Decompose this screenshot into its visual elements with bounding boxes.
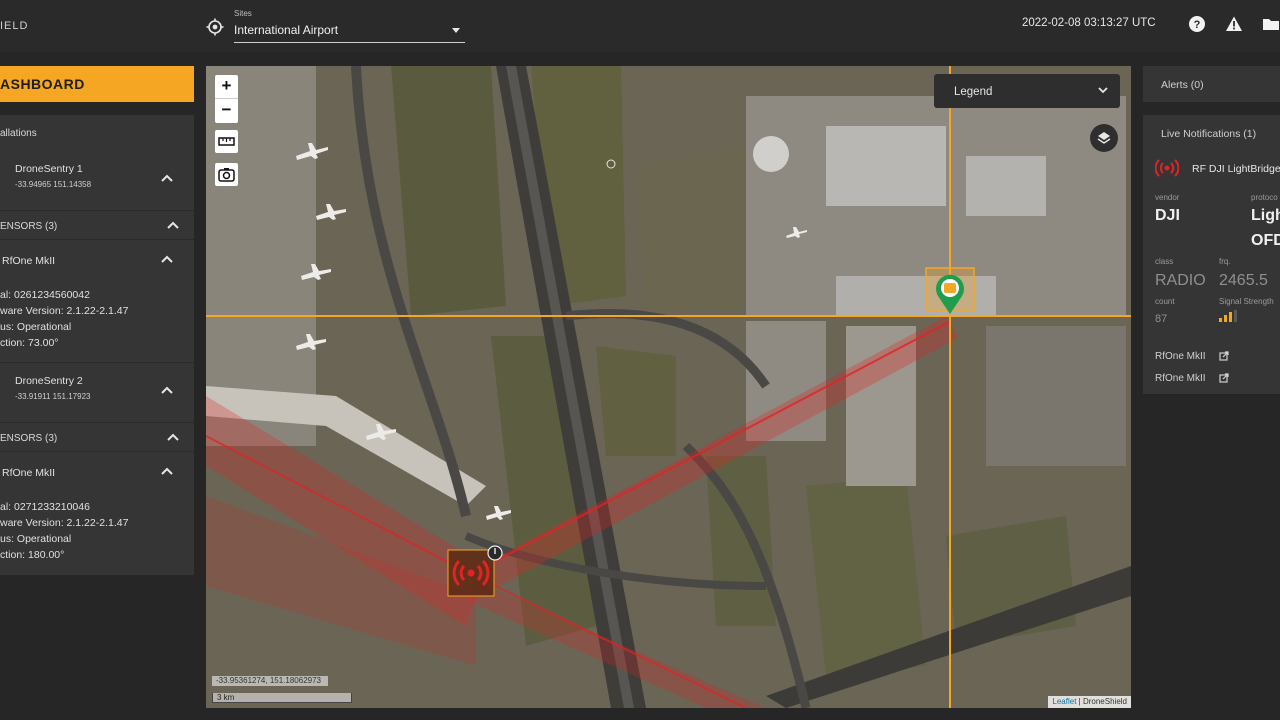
rf-signal-icon: [1155, 159, 1179, 177]
divider: [0, 362, 194, 363]
crosshair-icon[interactable]: [206, 18, 224, 36]
warning-icon[interactable]: [1225, 15, 1243, 33]
zoom-control: + −: [215, 75, 238, 123]
installation-coords: -33.94965 151.14358: [15, 180, 92, 189]
installations-header: allations: [0, 128, 37, 139]
sensor-status: us: Operational: [0, 321, 72, 333]
measure-button[interactable]: [215, 130, 238, 153]
dashboard-button[interactable]: ASHBOARD: [0, 66, 194, 102]
sensor-direction: ction: 73.00°: [0, 337, 59, 349]
chevron-up-icon[interactable]: [161, 467, 173, 475]
divider: [0, 210, 194, 211]
sensor-status: us: Operational: [0, 533, 72, 545]
count-value: 87: [1155, 313, 1168, 325]
leaflet-link[interactable]: Leaflet: [1052, 697, 1076, 706]
top-bar: IELD Sites International Airport 2022-02…: [0, 0, 1280, 52]
dropdown-caret-icon: [452, 28, 460, 33]
legend-label: Legend: [954, 86, 993, 98]
brand-logo-text: IELD: [0, 20, 29, 32]
sensor-heading-icon: [487, 545, 503, 561]
attribution-text: | DroneShield: [1076, 697, 1127, 706]
alerts-label: Alerts (0): [1161, 79, 1204, 91]
satellite-map-imagery: [206, 66, 1131, 708]
layers-button[interactable]: [1090, 124, 1118, 152]
screenshot-button[interactable]: [215, 163, 238, 186]
sensor-name[interactable]: RfOne MkII: [2, 467, 55, 479]
divider: [0, 451, 194, 452]
vendor-label: vendor: [1155, 193, 1180, 202]
external-link-icon: [1219, 373, 1229, 383]
protocol-value-line-2: OFD: [1251, 232, 1280, 249]
protocol-label: protoco: [1251, 193, 1278, 202]
sensor-firmware: ware Version: 2.1.22-2.1.47: [0, 517, 129, 529]
legend-dropdown[interactable]: Legend: [934, 74, 1120, 108]
sensor-firmware: ware Version: 2.1.22-2.1.47: [0, 305, 129, 317]
divider: [0, 422, 194, 423]
external-link-icon: [1219, 351, 1229, 361]
frequency-value: 2465.5: [1219, 272, 1268, 289]
installation-name: DroneSentry 2: [15, 375, 83, 387]
frequency-label: frq.: [1219, 257, 1231, 266]
chevron-up-icon[interactable]: [161, 255, 173, 263]
alerts-panel[interactable]: Alerts (0): [1143, 66, 1280, 102]
chevron-up-icon[interactable]: [161, 174, 173, 182]
installation-coords: -33.91911 151.17923: [15, 392, 91, 401]
notifications-title: Live Notifications (1): [1161, 128, 1257, 140]
cursor-coordinates: -33.95361274, 151.18062973: [212, 676, 328, 686]
current-datetime: 2022-02-08 03:13:27 UTC: [1022, 17, 1156, 29]
vendor-value: DJI: [1155, 207, 1180, 224]
sensor-direction: ction: 180.00°: [0, 549, 65, 561]
chevron-down-icon: [1098, 87, 1108, 94]
site-select[interactable]: International Airport: [234, 20, 465, 43]
sensors-header: ENSORS (3): [0, 221, 58, 232]
scale-bar: 3 km: [212, 693, 352, 703]
camera-icon: [218, 168, 235, 182]
ruler-icon: [218, 137, 235, 146]
count-label: count: [1155, 297, 1175, 306]
sensor-link-label: RfOne MkII: [1155, 373, 1206, 384]
sensor-name[interactable]: RfOne MkII: [2, 255, 55, 267]
site-select-value: International Airport: [234, 23, 339, 37]
class-label: class: [1155, 257, 1174, 266]
map-view[interactable]: + − Legend -33.95361274, 151.18062973 3 …: [206, 66, 1131, 708]
chevron-up-icon[interactable]: [167, 433, 179, 441]
layers-icon: [1097, 132, 1111, 144]
map-attribution: Leaflet | DroneShield: [1048, 696, 1131, 708]
installations-panel: allations DroneSentry 1 -33.94965 151.14…: [0, 115, 194, 575]
sensor-link-label: RfOne MkII: [1155, 351, 1206, 362]
zoom-out-button[interactable]: −: [215, 99, 238, 123]
protocol-value-line-1: Ligh: [1251, 207, 1280, 224]
sensor-serial: al: 0261234560042: [0, 289, 90, 301]
drone-detection-marker[interactable]: [924, 266, 976, 316]
divider: [0, 239, 194, 240]
signal-strength-label: Signal Strength: [1219, 297, 1274, 306]
zoom-in-button[interactable]: +: [215, 75, 238, 99]
chevron-up-icon[interactable]: [167, 221, 179, 229]
class-value: RADIO: [1155, 272, 1206, 289]
help-icon[interactable]: ?: [1188, 15, 1206, 33]
signal-strength-bars: [1219, 310, 1237, 322]
live-notifications-panel: Live Notifications (1) RF DJI LightBridg…: [1143, 115, 1280, 394]
detection-title[interactable]: RF DJI LightBridge: [1192, 163, 1280, 175]
site-select-label: Sites: [234, 9, 252, 18]
folder-icon[interactable]: [1262, 15, 1280, 33]
installation-name: DroneSentry 1: [15, 163, 83, 175]
sensors-header: ENSORS (3): [0, 433, 58, 444]
svg-text:?: ?: [1194, 19, 1201, 31]
sensor-serial: al: 0271233210046: [0, 501, 90, 513]
chevron-up-icon[interactable]: [161, 386, 173, 394]
